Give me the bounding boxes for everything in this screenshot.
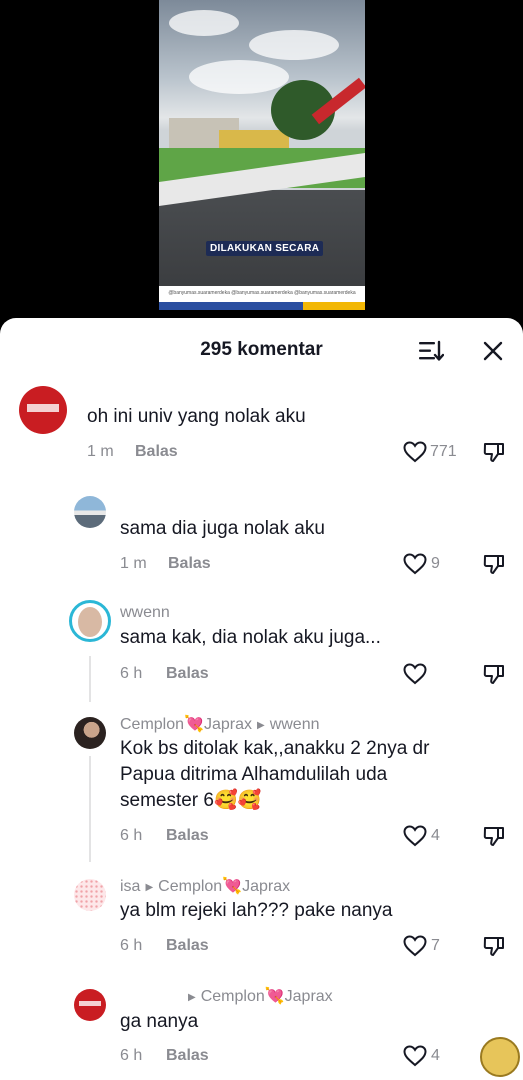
dislike-icon[interactable] bbox=[482, 934, 506, 958]
comment-text: ga nanya bbox=[120, 1011, 199, 1032]
avatar[interactable] bbox=[74, 879, 106, 911]
like-count: 7 bbox=[431, 937, 440, 954]
comment-username[interactable]: ▶ Cemplon💘Japrax bbox=[188, 986, 333, 1006]
avatar[interactable] bbox=[74, 717, 106, 749]
reply-to-username[interactable]: wwenn bbox=[270, 716, 320, 733]
reply-button[interactable]: Balas bbox=[166, 937, 209, 955]
comment-text-line: Kok bs ditolak kak,,anakku 2 2nya dr bbox=[120, 738, 430, 759]
video-frame: DILAKUKAN SECARA @banyumas.suaramerdeka … bbox=[159, 0, 365, 310]
reply-button[interactable]: Balas bbox=[168, 555, 211, 573]
cloud bbox=[169, 10, 239, 36]
cloud bbox=[249, 30, 339, 60]
sort-icon[interactable] bbox=[418, 340, 444, 362]
comment-username-text[interactable]: Cemplon💘Japrax bbox=[120, 716, 252, 733]
reply-button[interactable]: Balas bbox=[166, 827, 209, 845]
like-count: 4 bbox=[431, 1047, 440, 1064]
comments-sheet: 295 komentar bbox=[0, 318, 523, 1080]
like-count: 4 bbox=[431, 827, 440, 844]
video-footer-bar bbox=[159, 302, 365, 310]
comment-text: oh ini univ yang nolak aku bbox=[87, 406, 306, 427]
reply-button[interactable]: Balas bbox=[166, 1047, 209, 1065]
comment-time: 6 h bbox=[120, 1047, 143, 1064]
comment-username[interactable]: isa ▶ Cemplon💘Japrax bbox=[120, 876, 290, 896]
comment-text-line: Papua ditrima Alhamdulilah uda bbox=[120, 764, 388, 785]
comment-time: 6 h bbox=[120, 937, 143, 954]
reply-to-username[interactable]: Cemplon💘Japrax bbox=[201, 988, 333, 1005]
heart-icon[interactable] bbox=[403, 935, 427, 957]
heart-icon[interactable] bbox=[403, 825, 427, 847]
comment-username[interactable]: Cemplon💘Japrax ▶ wwenn bbox=[120, 714, 320, 734]
comment-time: 1 m bbox=[120, 555, 147, 572]
comment-time: 6 h bbox=[120, 827, 143, 844]
avatar[interactable] bbox=[69, 600, 111, 642]
reply-arrow-icon: ▶ bbox=[188, 992, 196, 1003]
avatar[interactable] bbox=[74, 989, 106, 1021]
reply-button[interactable]: Balas bbox=[166, 665, 209, 683]
building bbox=[219, 130, 289, 150]
video-caption: DILAKUKAN SECARA bbox=[206, 241, 324, 256]
watermark-logo bbox=[480, 1037, 520, 1077]
dislike-icon[interactable] bbox=[482, 552, 506, 576]
sheet-title: 295 komentar bbox=[200, 339, 323, 360]
reply-to-username[interactable]: Cemplon💘Japrax bbox=[158, 878, 290, 895]
road bbox=[159, 190, 365, 290]
cloud bbox=[189, 60, 289, 94]
video-player[interactable]: DILAKUKAN SECARA @banyumas.suaramerdeka … bbox=[0, 0, 523, 330]
comment-time: 1 m bbox=[87, 443, 114, 460]
like-count: 9 bbox=[431, 555, 440, 572]
avatar[interactable] bbox=[74, 496, 106, 528]
comment-username[interactable]: wwenn bbox=[120, 604, 170, 622]
reply-arrow-icon: ▶ bbox=[256, 720, 265, 731]
reply-arrow-icon: ▶ bbox=[145, 882, 154, 893]
dislike-icon[interactable] bbox=[482, 440, 506, 464]
dislike-icon[interactable] bbox=[482, 824, 506, 848]
comment-text: ya blm rejeki lah??? pake nanya bbox=[120, 900, 393, 921]
video-footer: @banyumas.suaramerdeka @banyumas.suarame… bbox=[159, 286, 365, 310]
thread-line bbox=[89, 756, 91, 862]
heart-icon[interactable] bbox=[403, 663, 427, 685]
dislike-icon[interactable] bbox=[482, 662, 506, 686]
heart-icon[interactable] bbox=[403, 441, 427, 463]
like-count: 771 bbox=[430, 443, 457, 460]
thread-line bbox=[89, 656, 91, 702]
comment-time: 6 h bbox=[120, 665, 143, 682]
heart-icon[interactable] bbox=[403, 1045, 427, 1067]
comment-username-text[interactable]: isa bbox=[120, 878, 140, 895]
comment-text: sama dia juga nolak aku bbox=[120, 518, 325, 539]
video-footer-text: @banyumas.suaramerdeka @banyumas.suarame… bbox=[168, 290, 356, 296]
heart-icon[interactable] bbox=[403, 553, 427, 575]
reply-button[interactable]: Balas bbox=[135, 443, 178, 461]
comment-text-line: semester 6🥰🥰 bbox=[120, 790, 262, 811]
avatar[interactable] bbox=[19, 386, 67, 434]
comment-text: sama kak, dia nolak aku juga... bbox=[120, 627, 381, 648]
close-icon[interactable] bbox=[482, 340, 504, 362]
